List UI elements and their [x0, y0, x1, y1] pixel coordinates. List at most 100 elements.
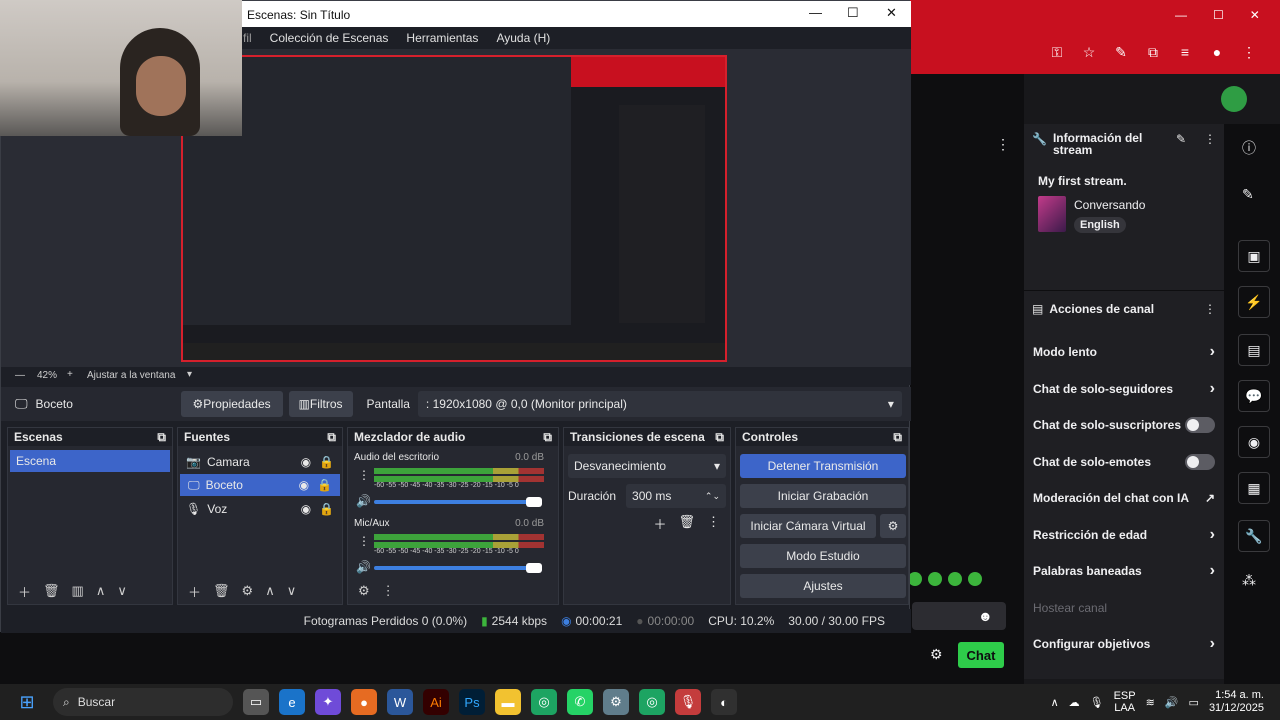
playlist-icon[interactable]: ≡: [1174, 41, 1196, 63]
illustrator-icon[interactable]: Ai: [423, 689, 449, 715]
voice-recorder-icon[interactable]: 🎙: [675, 689, 701, 715]
chevron-up-icon[interactable]: ∧: [1051, 696, 1059, 709]
menu-help[interactable]: Ayuda (H): [496, 31, 550, 45]
studio-mode-button[interactable]: Modo Estudio: [740, 544, 906, 568]
start-recording-button[interactable]: Iniciar Grabación: [740, 484, 906, 508]
transition-menu-icon[interactable]: ⋮: [707, 514, 720, 533]
fit-dropdown-icon[interactable]: ▾: [187, 369, 192, 380]
input-language[interactable]: ESP LAA: [1114, 690, 1136, 714]
fit-window-label[interactable]: Ajustar a la ventana: [87, 370, 175, 381]
chrome-icon[interactable]: ◎: [531, 689, 557, 715]
channel-action-item[interactable]: Chat de solo-suscriptores: [1033, 407, 1215, 444]
clock[interactable]: 1:54 a. m. 31/12/2025: [1209, 689, 1264, 715]
up-arrow-icon[interactable]: ∧: [96, 583, 106, 599]
source-item-camara[interactable]: 📷 Camara ◉ 🔒: [178, 450, 342, 474]
filters-button[interactable]: ▥ Filtros: [288, 391, 353, 417]
visibility-eye-icon[interactable]: ◉: [299, 478, 309, 492]
channel-action-item[interactable]: Configurar objetivos ›: [1033, 626, 1215, 663]
channel-action-item[interactable]: Moderación del chat con IA ↗: [1033, 480, 1215, 517]
undock-icon[interactable]: ⧉: [893, 430, 902, 445]
pen-extension-icon[interactable]: ✎: [1110, 41, 1132, 63]
notes-icon[interactable]: ▤: [1238, 334, 1270, 366]
menu-tools[interactable]: Herramientas: [406, 31, 478, 45]
firefox-icon[interactable]: ●: [351, 689, 377, 715]
edit-icon[interactable]: ✎: [1242, 186, 1254, 203]
preview-capture[interactable]: [181, 55, 727, 362]
panel-menu-icon[interactable]: ⋮: [1204, 302, 1216, 316]
zoom-out-icon[interactable]: —: [15, 370, 25, 381]
edge-browser-icon[interactable]: e: [279, 689, 305, 715]
lightning-icon[interactable]: ⚡: [1238, 286, 1270, 318]
channel-action-item[interactable]: Restricción de edad ›: [1033, 517, 1215, 554]
minimize-icon[interactable]: —: [809, 5, 822, 20]
source-item-boceto[interactable]: 🖵 Boceto ◉ 🔒: [180, 474, 340, 496]
wifi-icon[interactable]: ≋: [1146, 696, 1155, 709]
channel-menu-icon[interactable]: ⋮: [358, 468, 370, 482]
obs-studio-icon[interactable]: ◐: [711, 689, 737, 715]
channel-menu-icon[interactable]: ⋮: [358, 534, 370, 548]
taskbar-search[interactable]: ⌕ Buscar: [53, 688, 233, 716]
toggle-switch[interactable]: [1185, 417, 1215, 434]
source-item-voz[interactable]: 🎙 Voz ◉ 🔒: [178, 496, 342, 522]
share-icon[interactable]: ⁂: [1242, 572, 1256, 589]
undock-icon[interactable]: ⧉: [715, 430, 724, 445]
undock-icon[interactable]: ⧉: [543, 430, 552, 445]
lock-icon[interactable]: 🔒: [319, 455, 334, 469]
minimize-icon[interactable]: —: [1175, 8, 1187, 24]
settings-icon[interactable]: ⚙: [603, 689, 629, 715]
profile-avatar-icon[interactable]: ●: [1206, 41, 1228, 63]
emoji-icon[interactable]: ☻: [978, 608, 993, 624]
maximize-icon[interactable]: ☐: [1213, 8, 1224, 24]
add-icon[interactable]: ＋: [18, 582, 31, 601]
mic-volume-slider[interactable]: [374, 563, 542, 573]
more-menu-icon[interactable]: ⋮: [1238, 41, 1260, 63]
settings-gear-icon[interactable]: ⚙: [930, 646, 943, 663]
zoom-in-icon[interactable]: +: [67, 369, 73, 380]
info-icon[interactable]: ⓘ: [1242, 138, 1256, 158]
desktop-volume-slider[interactable]: [374, 497, 542, 507]
lock-icon[interactable]: 🔒: [317, 478, 332, 492]
task-view-icon[interactable]: ▭: [243, 689, 269, 715]
scene-item[interactable]: Escena: [10, 450, 170, 472]
undock-icon[interactable]: ⧉: [327, 430, 336, 445]
up-arrow-icon[interactable]: ∧: [265, 583, 275, 599]
close-icon[interactable]: ✕: [886, 5, 897, 21]
broadcast-icon[interactable]: ◉: [1238, 426, 1270, 458]
battery-icon[interactable]: ▭: [1189, 696, 1199, 709]
settings-button[interactable]: Ajustes: [740, 574, 906, 598]
transition-select[interactable]: Desvanecimiento ▾: [568, 454, 726, 478]
undock-icon[interactable]: ⧉: [157, 430, 166, 445]
channel-action-item[interactable]: Palabras baneadas ›: [1033, 553, 1215, 590]
clip-icon[interactable]: ▣: [1238, 240, 1270, 272]
stop-streaming-button[interactable]: Detener Transmisión: [740, 454, 906, 478]
add-icon[interactable]: ＋: [188, 582, 201, 601]
virtual-camera-settings-gear-icon[interactable]: ⚙: [880, 514, 906, 538]
down-arrow-icon[interactable]: ∨: [117, 583, 127, 599]
visibility-eye-icon[interactable]: ◉: [301, 502, 311, 516]
chrome-profile-icon[interactable]: ◎: [639, 689, 665, 715]
copilot-icon[interactable]: ✦: [315, 689, 341, 715]
extensions-puzzle-icon[interactable]: ⧉: [1142, 41, 1164, 63]
more-options-icon[interactable]: ⋮: [996, 136, 1010, 152]
visibility-eye-icon[interactable]: ◉: [301, 455, 311, 469]
start-virtual-camera-button[interactable]: Iniciar Cámara Virtual: [740, 514, 876, 538]
channel-action-item[interactable]: Chat de solo-emotes: [1033, 444, 1215, 481]
properties-button[interactable]: ⚙ Propiedades: [180, 391, 283, 417]
microphone-icon[interactable]: 🎙: [1090, 696, 1104, 709]
emote-icon[interactable]: [948, 572, 962, 586]
toggle-switch[interactable]: [1185, 453, 1215, 470]
close-icon[interactable]: ✕: [1250, 8, 1260, 24]
filter-icon[interactable]: ▥: [72, 583, 84, 599]
word-icon[interactable]: W: [387, 689, 413, 715]
photoshop-icon[interactable]: Ps: [459, 689, 485, 715]
emote-icon[interactable]: [968, 572, 982, 586]
trash-icon[interactable]: 🗑: [213, 583, 230, 599]
password-key-icon[interactable]: ⚿: [1046, 41, 1068, 63]
display-select[interactable]: : 1920x1080 @ 0,0 (Monitor principal) ▾: [417, 391, 902, 417]
volume-icon[interactable]: 🔊: [1165, 696, 1179, 709]
mixer-menu-icon[interactable]: ⋮: [382, 583, 395, 599]
wrench-icon[interactable]: 🔧: [1238, 520, 1270, 552]
advanced-audio-gear-icon[interactable]: ⚙: [358, 583, 370, 599]
layout-icon[interactable]: ▦: [1238, 472, 1270, 504]
user-avatar[interactable]: [1221, 86, 1247, 112]
